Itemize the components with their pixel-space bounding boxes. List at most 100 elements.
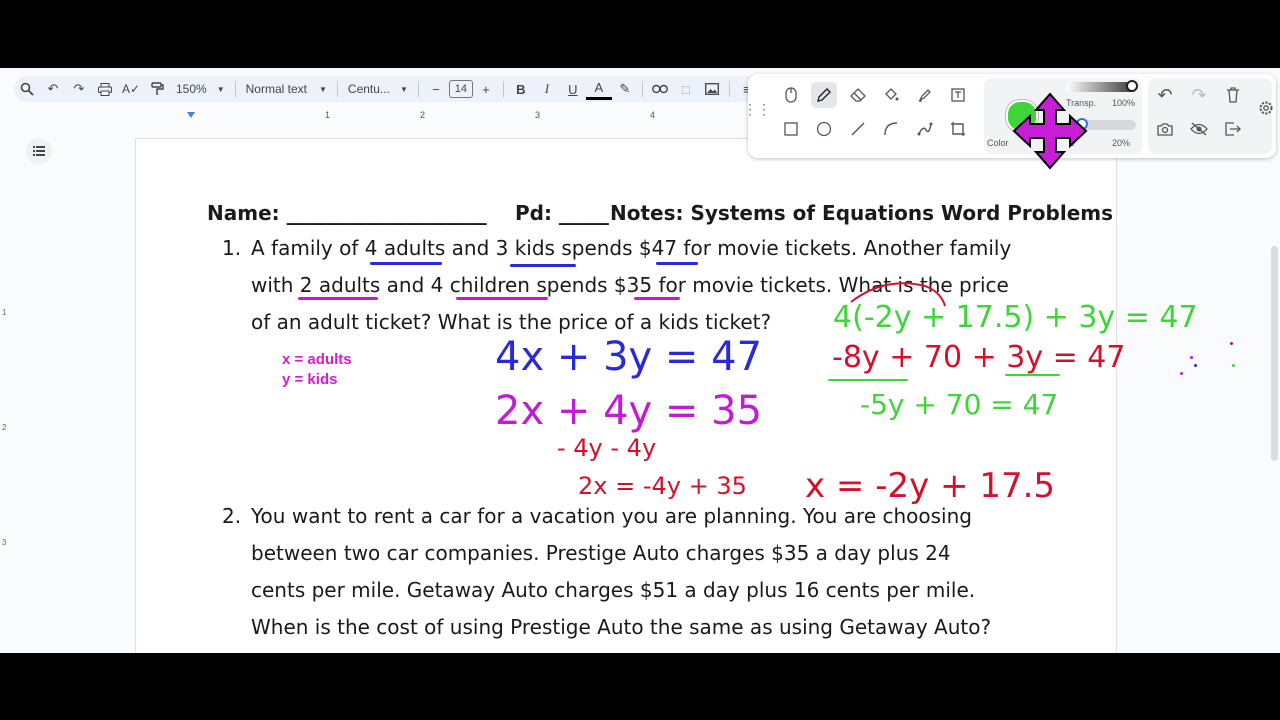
chevron-down-icon: ▼ bbox=[318, 84, 327, 94]
problem-2-line-1: You want to rent a car for a vacation yo… bbox=[251, 504, 972, 528]
insert-image-icon[interactable] bbox=[699, 76, 725, 102]
divider bbox=[728, 81, 730, 97]
highlighter-icon[interactable] bbox=[912, 82, 938, 108]
pen-tool-icon[interactable] bbox=[811, 82, 837, 108]
indent-marker-icon[interactable] bbox=[187, 112, 195, 118]
circle-tool-icon[interactable] bbox=[811, 116, 837, 142]
handwritten-isolate-step: 2x = -4y + 35 bbox=[578, 472, 747, 500]
scrollbar-thumb[interactable] bbox=[1271, 246, 1278, 461]
eraser-icon[interactable] bbox=[845, 82, 871, 108]
mouse-pointer-icon[interactable] bbox=[778, 82, 804, 108]
notes-title: Notes: Systems of Equations Word Problem… bbox=[610, 201, 1113, 225]
blue-underline bbox=[656, 262, 698, 265]
purple-underline bbox=[298, 297, 378, 300]
name-field-label: Name: ____________________ bbox=[207, 201, 487, 225]
curve-tool-icon[interactable] bbox=[878, 116, 904, 142]
undo-icon[interactable]: ↶ bbox=[1152, 82, 1178, 108]
spellcheck-icon[interactable]: A✓ bbox=[118, 76, 144, 102]
trash-icon[interactable] bbox=[1220, 82, 1246, 108]
font-size-input[interactable]: 14 bbox=[448, 80, 473, 98]
handwritten-equation-1: 4x + 3y = 47 bbox=[495, 334, 763, 380]
green-underline bbox=[828, 379, 908, 381]
underline-icon[interactable]: U bbox=[560, 76, 586, 102]
paint-format-icon[interactable] bbox=[144, 76, 170, 102]
ruler-mark: 2 bbox=[2, 423, 7, 432]
problem-2-number: 2. bbox=[222, 504, 242, 528]
size-value: 20% bbox=[1112, 138, 1131, 148]
style-value: Normal text bbox=[245, 82, 307, 96]
print-icon[interactable] bbox=[92, 76, 118, 102]
problem-2-line-4: When is the cost of using Prestige Auto … bbox=[251, 615, 992, 639]
undo-icon[interactable]: ↶ bbox=[40, 76, 66, 102]
vertical-scrollbar[interactable] bbox=[1268, 136, 1280, 653]
main-toolbar: ↶ ↷ A✓ 150% ▼ Normal text ▼ Centu... ▼ − 14… bbox=[14, 76, 774, 102]
crop-selection-icon[interactable] bbox=[945, 116, 971, 142]
text-box-icon[interactable] bbox=[945, 82, 971, 108]
green-underline bbox=[1005, 374, 1060, 376]
hide-eye-icon[interactable] bbox=[1186, 116, 1212, 142]
decrease-font-size-icon[interactable]: − bbox=[423, 76, 449, 102]
bezier-tool-icon[interactable] bbox=[912, 116, 938, 142]
settings-gear-icon[interactable] bbox=[1256, 98, 1276, 118]
handwritten-distribute: -8y + 70 + 3y = 47 bbox=[832, 340, 1126, 375]
increase-font-size-icon[interactable]: + bbox=[473, 76, 499, 102]
period-field-label: Pd: _____ bbox=[515, 201, 609, 225]
style-select[interactable]: Normal text ▼ bbox=[240, 76, 333, 102]
insert-link-icon[interactable] bbox=[647, 76, 673, 102]
line-tool-icon[interactable] bbox=[845, 116, 871, 142]
transparency-slider-knob[interactable] bbox=[1126, 80, 1138, 92]
font-select[interactable]: Centu... ▼ bbox=[342, 76, 414, 102]
purple-underline bbox=[634, 297, 680, 300]
zoom-select[interactable]: 150% ▼ bbox=[170, 76, 231, 102]
divider bbox=[417, 81, 419, 97]
drag-handle-icon[interactable]: ⋮⋮ bbox=[743, 96, 771, 122]
problem-1-number: 1. bbox=[222, 236, 242, 260]
rectangle-tool-icon[interactable] bbox=[778, 116, 804, 142]
ruler-mark: 1 bbox=[2, 308, 7, 317]
handwritten-equation-2: 2x + 4y = 35 bbox=[495, 388, 763, 434]
camera-icon[interactable] bbox=[1152, 116, 1178, 142]
variable-x: x = adults bbox=[282, 351, 352, 368]
add-comment-icon[interactable]: □ bbox=[673, 76, 699, 102]
bold-icon[interactable]: B bbox=[508, 76, 534, 102]
font-value: Centu... bbox=[347, 82, 390, 96]
color-label: Color bbox=[987, 138, 1009, 148]
handwritten-combine: -5y + 70 = 47 bbox=[860, 388, 1059, 421]
redo-icon[interactable]: ↷ bbox=[66, 76, 92, 102]
search-menus-icon[interactable] bbox=[14, 76, 40, 102]
ruler-mark: 3 bbox=[535, 110, 541, 120]
document-outline-button[interactable] bbox=[26, 138, 52, 164]
fill-bucket-icon[interactable] bbox=[878, 82, 904, 108]
variable-definitions: x = adults y = kids bbox=[282, 350, 352, 390]
problem-1-line-3: of an adult ticket? What is the price of… bbox=[251, 310, 772, 334]
purple-underline bbox=[456, 297, 548, 300]
divider bbox=[641, 81, 643, 97]
highlight-icon[interactable]: ✎ bbox=[612, 76, 638, 102]
outline-list-icon bbox=[33, 146, 45, 156]
chevron-down-icon: ▼ bbox=[216, 84, 225, 94]
transparency-value: 100% bbox=[1112, 98, 1136, 108]
text-color-icon[interactable]: A bbox=[585, 79, 612, 100]
ruler-mark: 1 bbox=[325, 110, 331, 120]
redo-icon[interactable]: ↷ bbox=[1186, 82, 1212, 108]
divider bbox=[336, 81, 338, 97]
italic-icon[interactable]: I bbox=[534, 76, 560, 102]
ruler-mark: 3 bbox=[2, 538, 7, 547]
zoom-value: 150% bbox=[176, 82, 207, 96]
handwritten-subtract-step: - 4y - 4y bbox=[557, 434, 657, 462]
handwritten-solve-x: x = -2y + 17.5 bbox=[805, 466, 1056, 506]
problem-1-line-1: A family of 4 adults and 3 kids spends $… bbox=[251, 236, 1012, 260]
divider bbox=[234, 81, 236, 97]
ink-dots bbox=[1172, 342, 1242, 382]
problem-2-line-3: cents per mile. Getaway Auto charges $51… bbox=[251, 578, 976, 602]
chevron-down-icon: ▼ bbox=[399, 84, 408, 94]
red-arrow-mark bbox=[850, 282, 946, 307]
exit-icon[interactable] bbox=[1220, 116, 1246, 142]
move-cursor-icon[interactable] bbox=[1010, 92, 1090, 170]
blue-underline bbox=[510, 264, 576, 267]
problem-2-line-2: between two car companies. Prestige Auto… bbox=[251, 541, 951, 565]
vertical-ruler: 1 2 3 bbox=[0, 128, 12, 648]
ruler-mark: 4 bbox=[650, 110, 656, 120]
variable-y: y = kids bbox=[282, 371, 338, 388]
divider bbox=[502, 81, 504, 97]
